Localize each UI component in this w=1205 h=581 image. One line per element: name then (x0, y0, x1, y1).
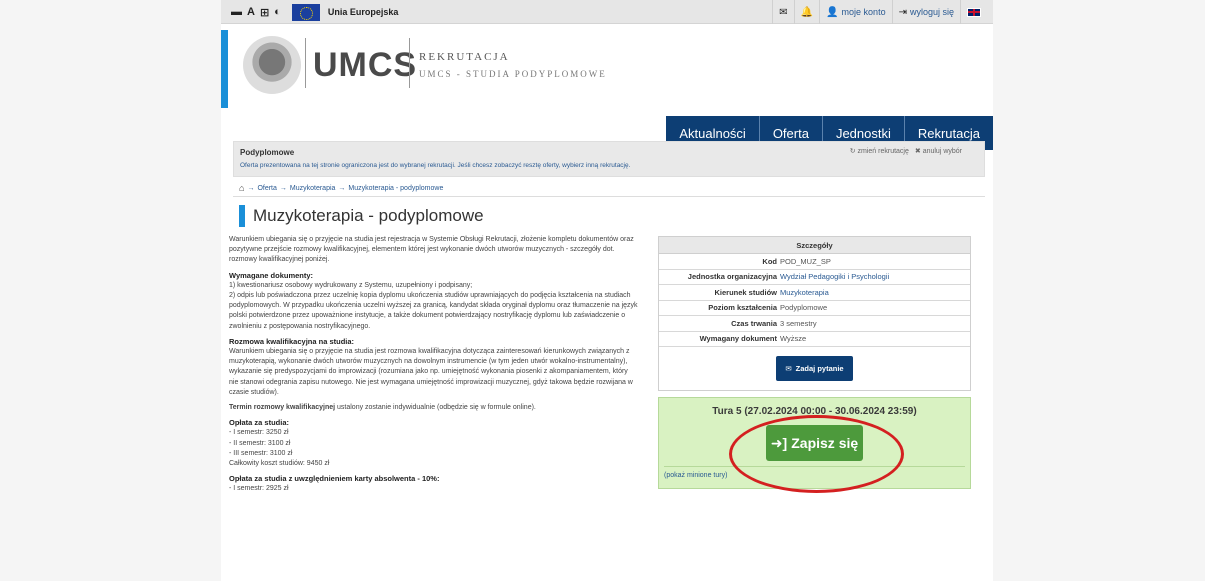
fees-heading: Opłata za studia: (229, 418, 290, 428)
bell-icon: 🔔 (800, 6, 814, 18)
language-switch[interactable] (960, 0, 987, 24)
messages-button[interactable]: ✉ (772, 0, 793, 24)
interview-text: Warunkiem ubiegania się o przyjęcie na s… (229, 348, 633, 396)
breadcrumb-item-current: Muzykoterapia - podyplomowe (348, 184, 444, 192)
umcs-logo-text[interactable]: UMCS (313, 46, 417, 85)
fee-line: - II semestr: 3100 zł (229, 439, 291, 447)
account-link[interactable]: 👤 moje konto (819, 0, 891, 24)
row-key: Wymagany dokument (699, 334, 777, 344)
header-title: REKRUTACJA (419, 51, 510, 63)
site-header: UMCS REKRUTACJA UMCS - STUDIA PODYPLOMOW… (221, 24, 993, 150)
logout-label: wyloguj się (909, 7, 954, 17)
recruitment-title: Podyplomowe (240, 148, 295, 157)
table-row: Poziom kształcenia Podyplomowe (659, 301, 970, 316)
logout-link[interactable]: ⇥ wyloguj się (891, 0, 960, 24)
contrast-icon[interactable]: ◐ (274, 6, 281, 18)
breadcrumb-item-oferta[interactable]: Oferta (257, 185, 276, 192)
fees2-heading: Opłata za studia z uwzględnieniem karty … (229, 474, 440, 484)
fee-line: - III semestr: 3100 zł (229, 449, 293, 457)
field-link[interactable]: Muzykoterapia (780, 288, 970, 297)
refresh-icon: ↻ (849, 148, 858, 155)
page: ▬ A ⊞ ◐ Unia Europejska ✉ 🔔 👤 moje konto … (221, 0, 993, 581)
eu-flag-icon (291, 3, 320, 21)
row-value: POD_MUZ_SP (780, 256, 831, 266)
table-row: Wymagany dokument Wyższe (659, 332, 970, 347)
header-subtitle: UMCS - STUDIA PODYPLOMOWE (419, 69, 607, 79)
row-key: Jednostka organizacyjna (687, 272, 777, 282)
title-accent-bar (239, 205, 245, 227)
docs-item-2: 2) odpis lub poświadczona przez uczelnię… (229, 292, 638, 330)
interview-heading: Rozmowa kwalifikacyjna na studia: (229, 336, 355, 346)
breadcrumb-arrow-icon: → (247, 184, 255, 192)
docs-heading: Wymagane dokumenty: (229, 270, 314, 280)
breadcrumb-arrow-icon: → (279, 184, 287, 192)
logo-divider-2 (409, 38, 410, 88)
fee2-line: - I semestr: 2925 zł (229, 485, 289, 493)
intro-text: Warunkiem ubiegania się o przyjęcie na s… (229, 236, 634, 264)
term-rest: ustalony zostanie indywidualnie (odbędzi… (335, 404, 536, 412)
row-key: Kod (762, 256, 777, 266)
row-value: 3 semestry (780, 318, 817, 328)
past-rounds-link[interactable]: (pokaż minione tury) (664, 472, 727, 479)
breadcrumb-arrow-icon: → (338, 184, 346, 192)
logout-icon: ⇥ (898, 6, 907, 18)
notifications-button[interactable]: 🔔 (793, 0, 819, 24)
top-bar: ▬ A ⊞ ◐ Unia Europejska ✉ 🔔 👤 moje konto … (221, 0, 993, 24)
text-size-decrease-icon[interactable]: ▬ (231, 6, 242, 18)
envelope-icon: ✉ (785, 364, 792, 373)
red-annotation-circle (729, 415, 904, 493)
fee-line: - I semestr: 3250 zł (229, 429, 289, 437)
details-table: Szczegóły Kod POD_MUZ_SP Jednostka organi… (658, 236, 971, 391)
table-row: Jednostka organizacyjna Wydział Pedagogik… (659, 270, 970, 285)
term-bold: Termin rozmowy kwalifikacyjnej (229, 404, 336, 412)
interview-term: Termin rozmowy kwalifikacyjnej ustalony … (229, 403, 639, 413)
row-key: Czas trwania (731, 318, 777, 328)
unit-link[interactable]: Wydział Pedagogiki i Psychologii (780, 272, 970, 281)
text-size-increase-icon[interactable]: ⊞ (260, 6, 269, 19)
home-icon[interactable]: ⌂ (239, 183, 244, 193)
page-title: Muzykoterapia - podyplomowe (239, 205, 484, 227)
change-recruitment-link[interactable]: ↻ zmień rekrutację (850, 147, 909, 155)
logo-divider (305, 38, 306, 88)
change-recruitment-label: zmień rekrutację (857, 148, 909, 155)
ask-question-label: Zadaj pytanie (795, 364, 844, 373)
table-row: Kierunek studiów Muzykoterapia (659, 285, 970, 301)
eu-label: Unia Europejska (327, 7, 399, 17)
table-row: Czas trwania 3 semestry (659, 316, 970, 332)
row-value: Podyplomowe (780, 303, 828, 313)
recruitment-description: Oferta prezentowana na tej stronie ogran… (240, 162, 631, 169)
fee-total: Całkowity koszt studiów: 9450 zł (229, 460, 330, 468)
envelope-icon: ✉ (779, 6, 788, 18)
text-size-label[interactable]: A (247, 6, 255, 18)
details-heading: Szczegóły (659, 237, 970, 254)
cancel-selection-label: anuluj wybór (922, 148, 962, 155)
page-title-text: Muzykoterapia - podyplomowe (253, 206, 484, 225)
table-row: Kod POD_MUZ_SP (659, 254, 970, 270)
umcs-emblem-logo[interactable] (243, 36, 301, 94)
breadcrumb-divider (233, 196, 985, 197)
row-key: Poziom kształcenia (708, 303, 777, 313)
cancel-selection-link[interactable]: ✖ anuluj wybór (915, 147, 962, 155)
row-value: Wyższe (780, 334, 807, 344)
ask-question-button[interactable]: ✉ Zadaj pytanie (776, 356, 853, 381)
program-description: Warunkiem ubiegania się o przyjęcie na s… (229, 235, 639, 495)
recruitment-info-box: Podyplomowe Oferta prezentowana na tej s… (233, 141, 985, 177)
header-accent-bar (221, 30, 228, 108)
x-icon: ✖ (914, 148, 923, 155)
account-label: moje konto (841, 7, 886, 17)
row-key: Kierunek studiów (714, 287, 777, 297)
docs-item-1: 1) kwestionariusz osobowy wydrukowany z … (229, 281, 473, 289)
breadcrumb: ⌂ → Oferta → Muzykoterapia → Muzykoterap… (239, 183, 443, 193)
breadcrumb-item-muzykoterapia[interactable]: Muzykoterapia (290, 185, 336, 192)
user-icon: 👤 (826, 6, 839, 18)
uk-flag-icon (967, 7, 981, 17)
